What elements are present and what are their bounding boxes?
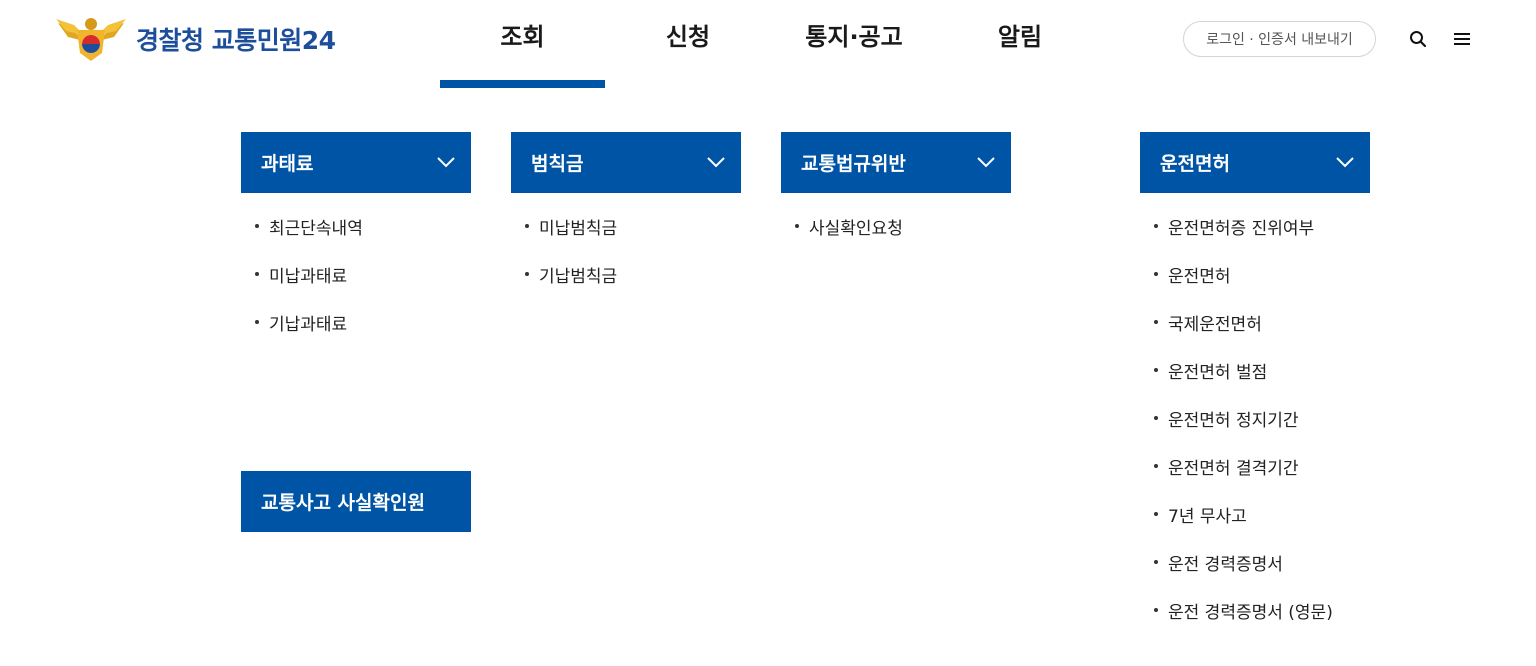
menu-link-label: 최근단속내역 — [269, 219, 363, 239]
nav-item-label: 신청 — [665, 22, 711, 51]
menu-link-label: 미납범칙금 — [539, 219, 618, 239]
main-nav: 조회 신청 통지·공고 알림 — [440, 0, 1103, 88]
fine-links: 최근단속내역 미납과태료 기납과태료 — [241, 214, 471, 358]
bullet — [1154, 272, 1158, 276]
menu-link-label: 미납과태료 — [269, 267, 348, 287]
menu-link-label: 기납범칙금 — [539, 267, 618, 287]
violation-links: 사실확인요청 — [781, 214, 1011, 262]
menu-column-accident: 교통사고 사실확인원 — [241, 471, 471, 532]
bullet — [255, 320, 259, 324]
category-title: 교통법규위반 — [801, 153, 906, 175]
menu-link[interactable]: 운전 경력증명서 — [1140, 550, 1370, 598]
category-violation[interactable]: 교통법규위반 — [781, 132, 1011, 193]
category-title: 교통사고 사실확인원 — [261, 492, 425, 514]
category-license[interactable]: 운전면허 — [1140, 132, 1370, 193]
menu-link-label: 운전 경력증명서 (영문) — [1168, 603, 1333, 623]
login-button[interactable]: 로그인 · 인증서 내보내기 — [1183, 21, 1376, 57]
menu-link-label: 7년 무사고 — [1168, 507, 1247, 527]
category-fine[interactable]: 과태료 — [241, 132, 471, 193]
menu-column-violation: 교통법규위반 사실확인요청 — [781, 132, 1011, 262]
chevron-down-icon — [977, 154, 995, 172]
bullet — [1154, 512, 1158, 516]
category-penalty[interactable]: 범칙금 — [511, 132, 741, 193]
chevron-down-icon — [1336, 154, 1354, 172]
police-emblem-icon — [54, 15, 128, 63]
menu-link[interactable]: 기납과태료 — [241, 310, 471, 358]
bullet — [255, 224, 259, 228]
category-title: 범칙금 — [531, 153, 584, 175]
menu-link[interactable]: 미납과태료 — [241, 262, 471, 310]
menu-link[interactable]: 미납범칙금 — [511, 214, 741, 262]
logo-text: 경찰청 교통민원24 — [136, 26, 336, 55]
nav-item-lookup[interactable]: 조회 — [440, 0, 605, 88]
menu-link[interactable]: 운전면허 결격기간 — [1140, 454, 1370, 502]
menu-link[interactable]: 운전면허 정지기간 — [1140, 406, 1370, 454]
menu-column-penalty: 범칙금 미납범칙금 기납범칙금 — [511, 132, 741, 310]
menu-link-label: 운전면허 — [1168, 267, 1231, 287]
menu-link-label: 운전면허 벌점 — [1168, 363, 1268, 383]
bullet — [1154, 464, 1158, 468]
menu-column-fine: 과태료 최근단속내역 미납과태료 기납과태료 — [241, 132, 471, 358]
menu-link-label: 운전면허 결격기간 — [1168, 459, 1299, 479]
menu-link-label: 운전면허증 진위여부 — [1168, 219, 1315, 239]
header: 경찰청 교통민원24 조회 신청 통지·공고 알림 로그인 · 인증서 내보내기 — [0, 0, 1536, 88]
search-button[interactable] — [1403, 21, 1433, 57]
penalty-links: 미납범칙금 기납범칙금 — [511, 214, 741, 310]
bullet — [525, 224, 529, 228]
category-title: 과태료 — [261, 153, 314, 175]
menu-link[interactable]: 운전면허증 진위여부 — [1140, 214, 1370, 262]
menu-link-label: 운전 경력증명서 — [1168, 555, 1283, 575]
menu-link-label: 운전면허 정지기간 — [1168, 411, 1299, 431]
menu-link-label: 기납과태료 — [269, 315, 348, 335]
menu-link-label: 국제운전면허 — [1168, 315, 1262, 335]
nav-item-alerts[interactable]: 알림 — [937, 0, 1103, 88]
bullet — [1154, 224, 1158, 228]
nav-item-label: 알림 — [997, 22, 1043, 51]
search-icon — [1410, 31, 1427, 48]
bullet — [795, 224, 799, 228]
menu-link[interactable]: 최근단속내역 — [241, 214, 471, 262]
site-logo[interactable]: 경찰청 교통민원24 — [54, 14, 336, 64]
category-title: 운전면허 — [1160, 153, 1230, 175]
license-links: 운전면허증 진위여부 운전면허 국제운전면허 운전면허 벌점 운전면허 정지기간… — [1140, 214, 1370, 646]
hamburger-menu-icon — [1454, 33, 1470, 45]
bullet — [1154, 320, 1158, 324]
menu-link[interactable]: 사실확인요청 — [781, 214, 1011, 262]
category-accident-certificate[interactable]: 교통사고 사실확인원 — [241, 471, 471, 532]
menu-link[interactable]: 운전면허 — [1140, 262, 1370, 310]
nav-item-label: 통지·공고 — [805, 22, 903, 51]
menu-link[interactable]: 7년 무사고 — [1140, 502, 1370, 550]
chevron-down-icon — [437, 154, 455, 172]
bullet — [1154, 608, 1158, 612]
bullet — [255, 272, 259, 276]
bullet — [525, 272, 529, 276]
menu-link[interactable]: 기납범칙금 — [511, 262, 741, 310]
menu-link[interactable]: 운전면허 벌점 — [1140, 358, 1370, 406]
nav-item-label: 조회 — [500, 22, 545, 51]
bullet — [1154, 560, 1158, 564]
menu-link[interactable]: 운전 경력증명서 (영문) — [1140, 598, 1370, 646]
menu-link[interactable]: 국제운전면허 — [1140, 310, 1370, 358]
chevron-down-icon — [707, 154, 725, 172]
menu-column-license: 운전면허 운전면허증 진위여부 운전면허 국제운전면허 운전면허 벌점 운전면허… — [1140, 132, 1370, 646]
bullet — [1154, 368, 1158, 372]
nav-item-apply[interactable]: 신청 — [605, 0, 771, 88]
menu-button[interactable] — [1447, 21, 1477, 57]
nav-item-notice[interactable]: 통지·공고 — [771, 0, 937, 88]
bullet — [1154, 416, 1158, 420]
menu-link-label: 사실확인요청 — [809, 219, 903, 239]
